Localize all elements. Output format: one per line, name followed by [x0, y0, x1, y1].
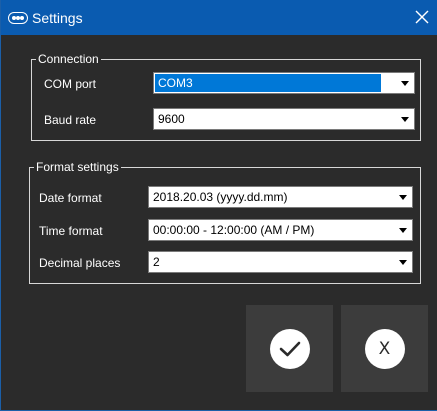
format-settings-legend: Format settings [36, 160, 119, 174]
chevron-down-icon[interactable] [396, 73, 414, 93]
decimal-places-value: 2 [153, 255, 160, 269]
baud-rate-select[interactable]: 9600 [153, 108, 415, 130]
baud-rate-label: Baud rate [44, 113, 97, 127]
date-format-value: 2018.20.03 (yyyy.dd.mm) [153, 190, 288, 204]
decimal-places-select[interactable]: 2 [148, 251, 413, 273]
com-port-value: COM3 [155, 74, 381, 92]
date-format-label: Date format [39, 191, 102, 205]
close-icon[interactable] [412, 7, 432, 27]
x-icon: X [364, 328, 405, 369]
chevron-down-icon[interactable] [394, 187, 412, 207]
time-format-select[interactable]: 00:00:00 - 12:00:00 (AM / PM) [148, 219, 413, 241]
chevron-down-icon[interactable] [396, 109, 414, 129]
pce-logo-icon [8, 11, 28, 25]
decimal-places-label: Decimal places [39, 256, 121, 270]
connection-legend: Connection [38, 52, 99, 66]
cancel-glyph: X [378, 338, 391, 359]
chevron-down-icon[interactable] [394, 252, 412, 272]
checkmark-icon [269, 328, 310, 369]
chevron-down-icon[interactable] [394, 220, 412, 240]
time-format-value: 00:00:00 - 12:00:00 (AM / PM) [153, 223, 315, 237]
cancel-button[interactable]: X [341, 305, 428, 392]
title-bar[interactable]: Settings [1, 0, 437, 35]
ok-button[interactable] [246, 305, 333, 392]
baud-rate-value: 9600 [158, 112, 185, 126]
com-port-label: COM port [44, 77, 97, 91]
settings-window: Settings Connection COM port COM3 Baud r… [0, 0, 437, 411]
window-title: Settings [32, 9, 83, 26]
com-port-select[interactable]: COM3 [153, 72, 415, 94]
date-format-select[interactable]: 2018.20.03 (yyyy.dd.mm) [148, 186, 413, 208]
time-format-label: Time format [39, 224, 103, 238]
